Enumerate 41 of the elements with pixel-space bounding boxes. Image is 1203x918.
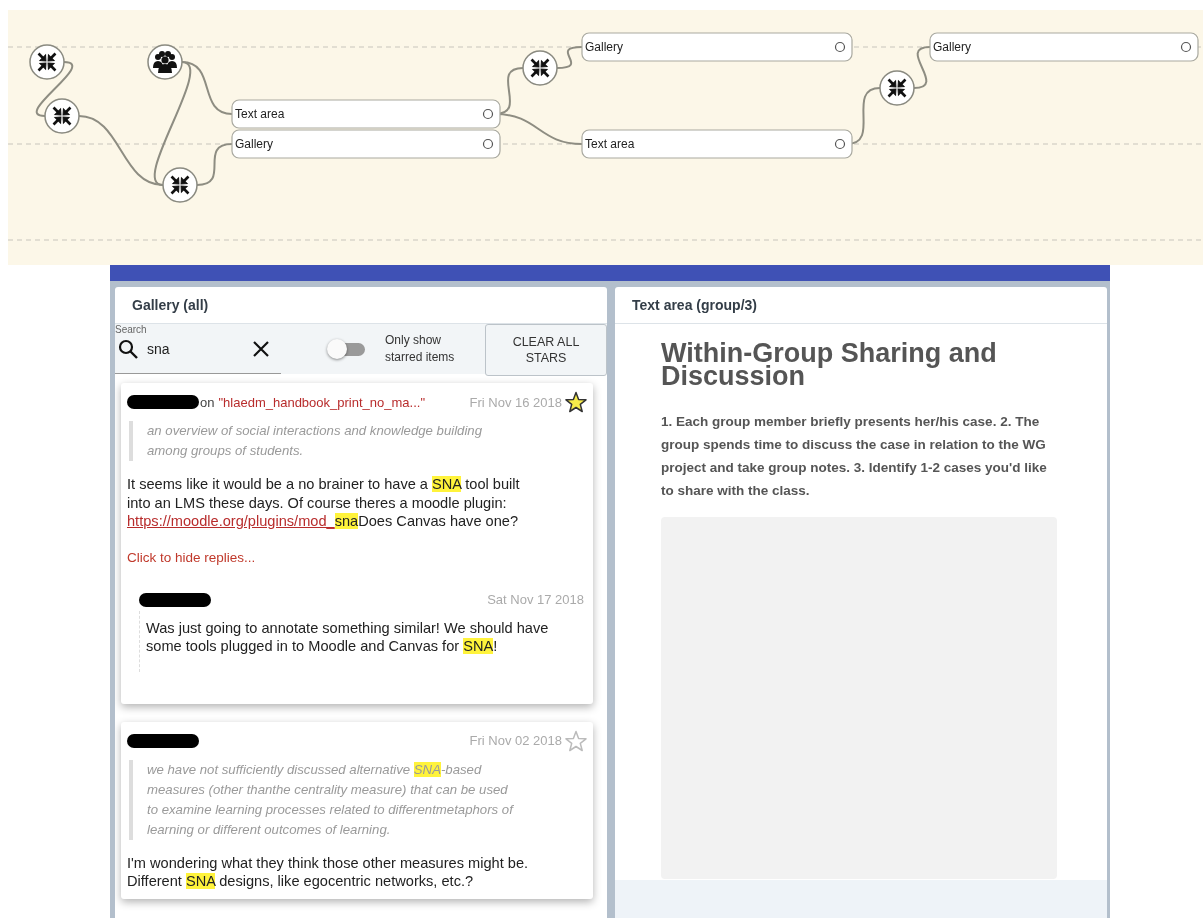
merge-node-icon[interactable]	[29, 44, 65, 80]
merge-node-icon[interactable]	[44, 98, 80, 134]
quoted-text: an overview of social interactions and knowledge building among groups of students.	[129, 421, 522, 461]
starred-toggle[interactable]	[327, 340, 367, 358]
connector	[913, 46, 931, 89]
star-icon[interactable]	[565, 729, 587, 752]
panel-title: Text area (group/3)	[615, 287, 1107, 324]
heading: Within-Group Sharing and Discussion	[661, 342, 998, 388]
people-node-icon[interactable]	[147, 44, 183, 80]
merge-node-icon[interactable]	[879, 70, 915, 106]
toggle-label: Only show starred items	[385, 332, 456, 366]
search-highlight: sna	[334, 513, 359, 529]
star-icon[interactable]	[565, 391, 587, 413]
connector	[35, 61, 74, 117]
search-label: Search	[115, 324, 148, 335]
document-link[interactable]: "hlaedm_handbook_print_no_ma..."	[218, 394, 425, 410]
merge-node-icon[interactable]	[522, 50, 558, 86]
redaction-mark	[139, 592, 211, 607]
block-node[interactable]: Gallery	[929, 32, 1199, 62]
redaction-mark	[127, 395, 199, 409]
date: Fri Nov 02 2018	[469, 733, 562, 748]
target-prefix: on	[200, 394, 215, 410]
connector	[196, 143, 233, 186]
hide-replies-link[interactable]: Click to hide replies...	[127, 549, 256, 565]
clear-stars-button[interactable]: CLEAR ALL STARS	[485, 324, 607, 376]
block-node[interactable]: Gallery	[581, 32, 853, 62]
block-node[interactable]: Gallery	[231, 129, 501, 159]
date: Sat Nov 17 2018	[487, 592, 584, 607]
date: Fri Nov 16 2018	[469, 394, 562, 410]
redaction-mark	[127, 733, 199, 748]
instructions-text: 1. Each group member briefly presents her/his case. 2. The group spends time to discuss the case in relation to the WG project and take group notes. 3. Identify 1-2 cases you'd like to share with the class.	[661, 413, 1048, 500]
clear-icon[interactable]	[253, 341, 269, 357]
reply-text: Was just going to annotate something similar! We should have some tools plugged in to Moodle and Canvas for SNA!	[139, 610, 551, 672]
connector	[556, 46, 583, 69]
block-node[interactable]: Text area	[231, 99, 501, 129]
block-node[interactable]: Text area	[581, 129, 853, 159]
url-link[interactable]: https://moodle.org/plugins/mod_	[127, 513, 335, 529]
search-icon	[118, 339, 138, 359]
merge-node-icon[interactable]	[162, 167, 198, 203]
search-highlight: SNA	[413, 761, 441, 777]
search-field[interactable]: sna	[147, 341, 245, 357]
